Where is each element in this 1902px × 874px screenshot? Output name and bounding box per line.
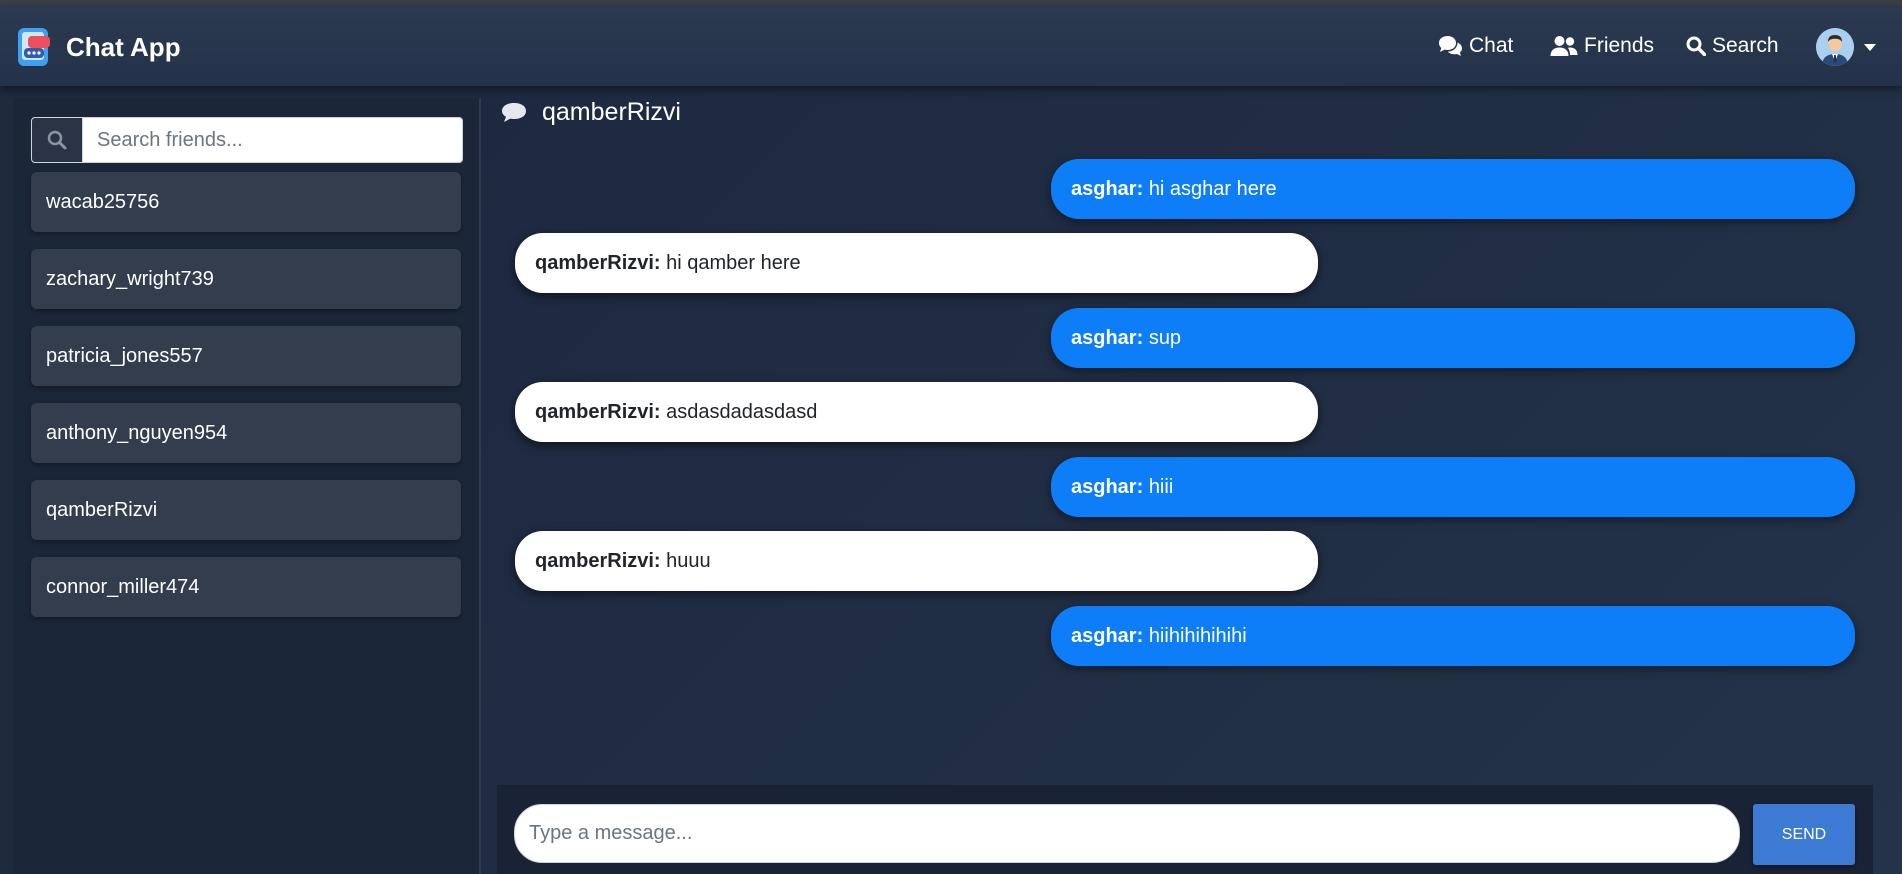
send-button[interactable]: SEND [1753, 804, 1855, 865]
message-text: huuu [666, 550, 711, 572]
chat-contact-name: qamberRizvi [542, 98, 681, 126]
chevron-down-icon[interactable] [1864, 44, 1876, 51]
message-sender: asghar: [1071, 178, 1144, 200]
search-icon [47, 130, 67, 150]
friend-list-item[interactable]: wacab25756 [31, 172, 461, 232]
nav-chat-label: Chat [1469, 34, 1514, 57]
message-text: hiihihihihihi [1148, 625, 1247, 647]
navbar: Chat App Chat Friends Search [0, 6, 1902, 86]
nav-search-label: Search [1712, 34, 1779, 57]
nav-search-link[interactable]: Search [1686, 34, 1779, 58]
message-input[interactable] [514, 804, 1740, 863]
nav-chat-link[interactable]: Chat [1437, 34, 1513, 58]
message-text: asdasdadasdasd [666, 401, 818, 423]
friend-list-item[interactable]: connor_miller474 [31, 557, 461, 617]
message-bubble-outgoing: asghar: hiii [1051, 457, 1855, 517]
comments-icon [1439, 36, 1462, 56]
friend-search-input[interactable] [83, 118, 462, 162]
message-sender: asghar: [1071, 625, 1144, 647]
message-text: hiii [1148, 476, 1174, 498]
search-icon [1686, 36, 1706, 56]
message-text: hi qamber here [666, 252, 801, 274]
message-bubble-incoming: qamberRizvi: hi qamber here [515, 233, 1318, 293]
message-text: sup [1148, 327, 1182, 349]
message-sender: qamberRizvi: [535, 252, 661, 274]
search-addon [32, 118, 83, 162]
chat-app-logo-icon [14, 26, 56, 68]
message-sender: asghar: [1071, 476, 1144, 498]
nav-friends-label: Friends [1584, 34, 1655, 57]
friend-list-item[interactable]: qamberRizvi [31, 480, 461, 540]
nav-friends-link[interactable]: Friends [1550, 34, 1654, 58]
message-bubble-outgoing: asghar: hi asghar here [1051, 159, 1855, 219]
friend-list-item[interactable]: anthony_nguyen954 [31, 403, 461, 463]
app-title: Chat App [66, 31, 181, 62]
users-icon [1550, 36, 1578, 56]
friend-list-item[interactable]: zachary_wright739 [31, 249, 461, 309]
chat-header: qamberRizvi [500, 98, 681, 127]
message-bubble-incoming: qamberRizvi: asdasdadasdasd [515, 382, 1318, 442]
message-sender: qamberRizvi: [535, 550, 661, 572]
comment-icon [502, 102, 526, 122]
friend-list-item[interactable]: patricia_jones557 [31, 326, 461, 386]
friend-search-box [31, 117, 463, 163]
message-sender: qamberRizvi: [535, 401, 661, 423]
message-text: hi asghar here [1148, 178, 1277, 200]
message-bubble-incoming: qamberRizvi: huuu [515, 531, 1318, 591]
user-avatar[interactable] [1816, 28, 1854, 66]
message-sender: asghar: [1071, 327, 1144, 349]
brand[interactable]: Chat App [14, 26, 181, 68]
message-bubble-outgoing: asghar: sup [1051, 308, 1855, 368]
message-bubble-outgoing: asghar: hiihihihihihi [1051, 606, 1855, 666]
